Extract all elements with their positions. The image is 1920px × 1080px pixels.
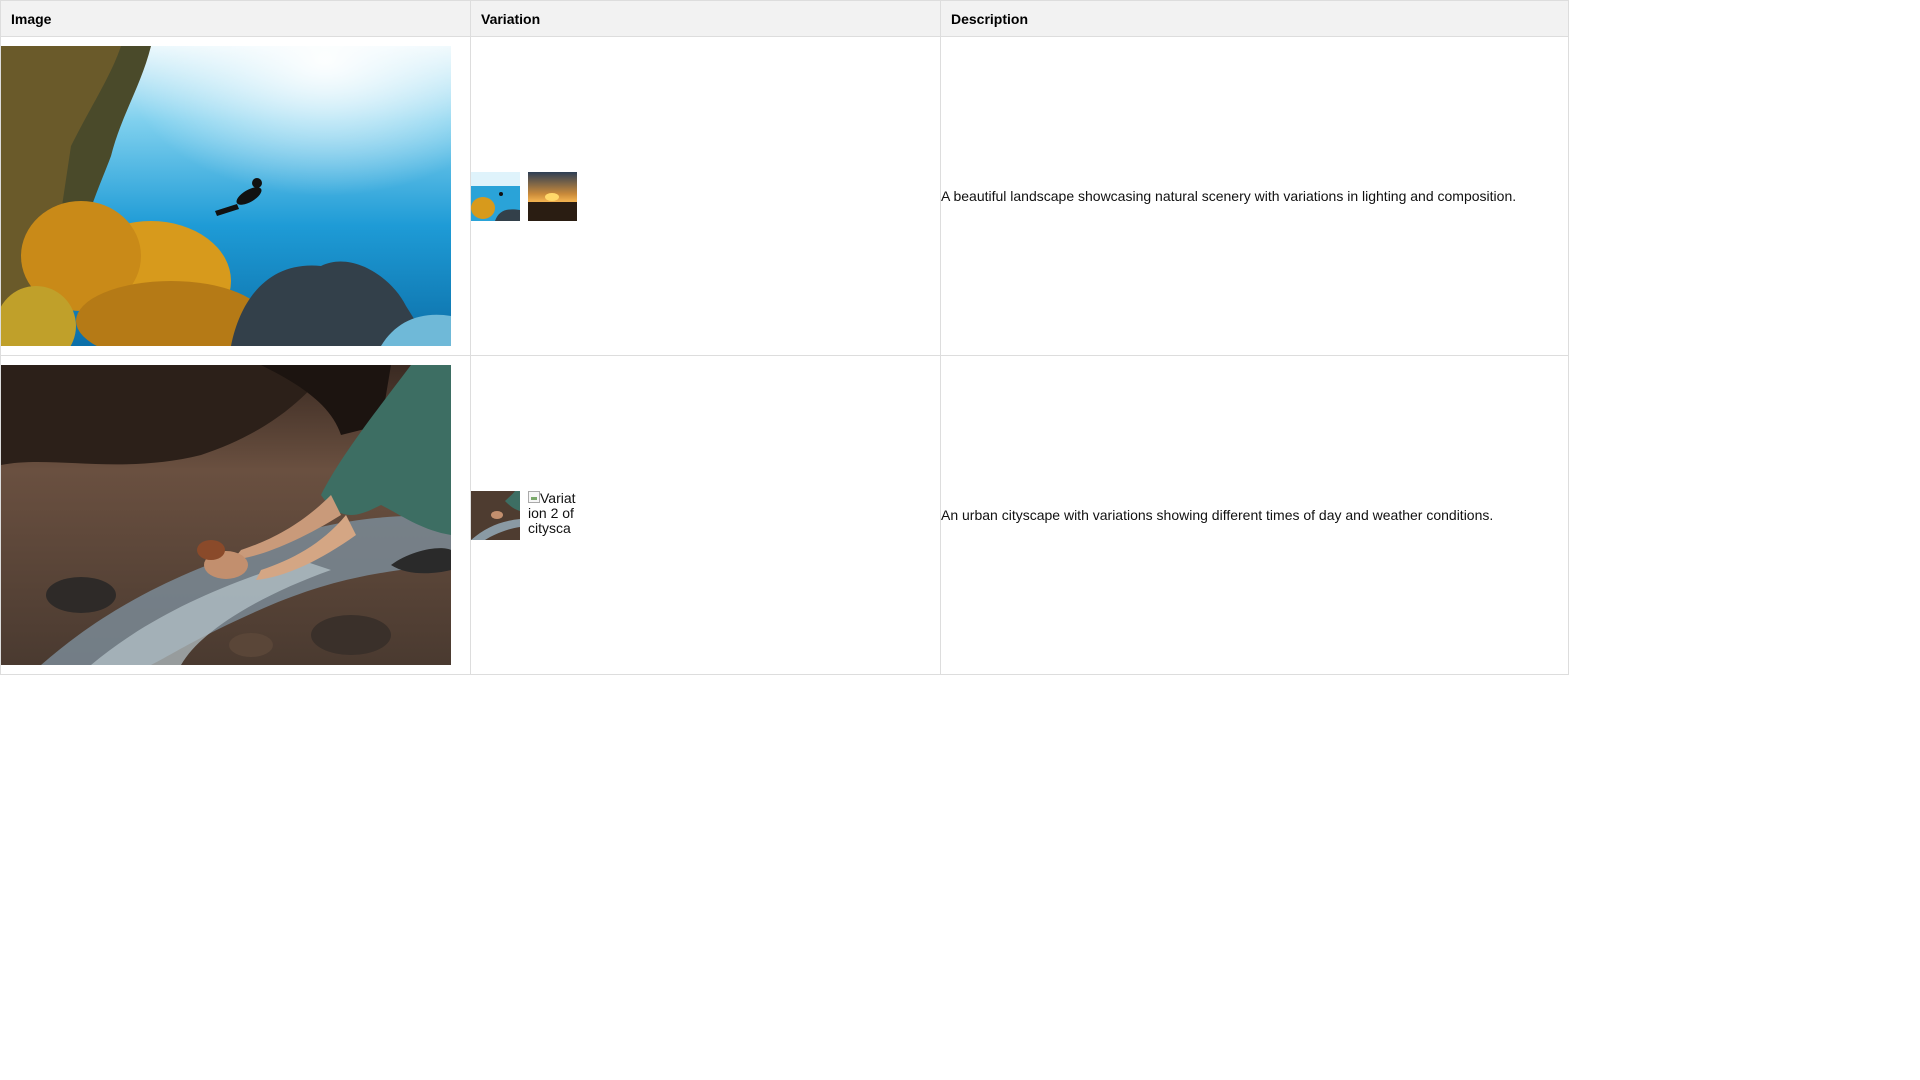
- variation-cell: [470, 36, 941, 356]
- description-cell: A beautiful landscape showcasing natural…: [940, 36, 1569, 356]
- broken-image-icon: [528, 490, 540, 503]
- variation-thumbnails: Variation 2 of cityscape: [471, 490, 940, 540]
- table-header-row: Image Variation Description: [0, 0, 1569, 37]
- table-row: A beautiful landscape showcasing natural…: [0, 36, 1569, 356]
- image-variations-table: Image Variation Description A beautiful …: [0, 0, 1569, 675]
- hands-stream-image[interactable]: [1, 365, 451, 665]
- broken-image-placeholder[interactable]: Variation 2 of cityscape: [528, 490, 577, 540]
- underwater-reef-image[interactable]: [1, 46, 451, 346]
- column-header-description: Description: [940, 0, 1569, 37]
- hands-stream-thumb: [471, 490, 520, 540]
- variation-thumbnail[interactable]: [471, 490, 520, 540]
- sunset-horizon-thumb: [528, 171, 577, 221]
- variation-thumbnails: [471, 171, 940, 221]
- underwater-reef-thumb: [471, 171, 520, 221]
- underwater-reef-illustration: [1, 46, 451, 346]
- variation-thumbnail[interactable]: [471, 171, 520, 221]
- column-header-image: Image: [0, 0, 471, 37]
- image-cell: [0, 36, 471, 356]
- table-row: Variation 2 of cityscape An urban citysc…: [0, 355, 1569, 675]
- description-cell: An urban cityscape with variations showi…: [940, 355, 1569, 675]
- variation-thumbnail[interactable]: [528, 171, 577, 221]
- variation-cell: Variation 2 of cityscape: [470, 355, 941, 675]
- image-cell: [0, 355, 471, 675]
- hands-stream-illustration: [1, 365, 451, 665]
- column-header-variation: Variation: [470, 0, 941, 37]
